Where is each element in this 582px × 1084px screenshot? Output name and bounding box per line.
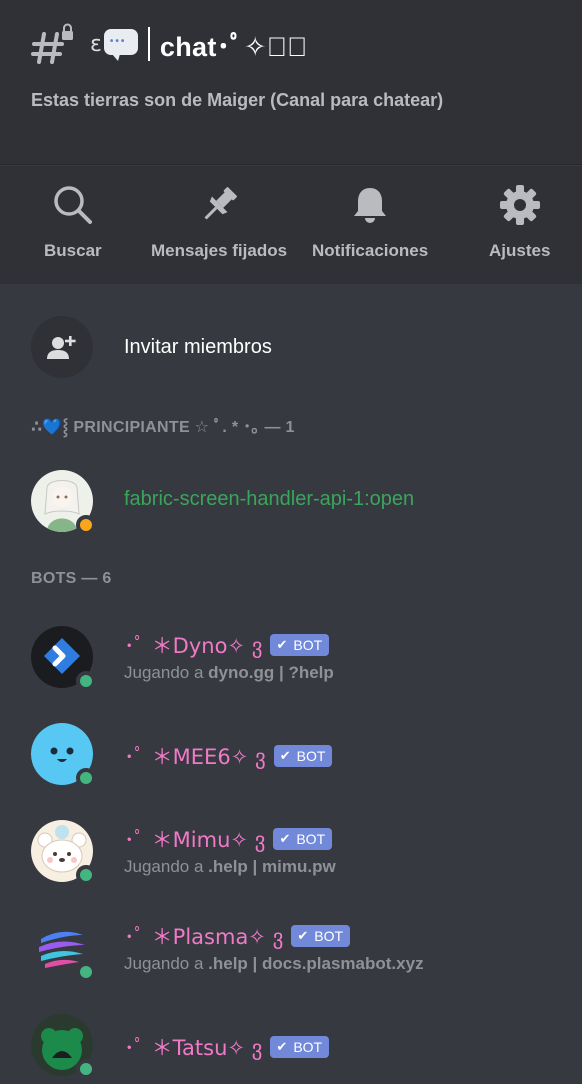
pinned-messages-button[interactable]: Mensajes fijados bbox=[151, 184, 287, 261]
channel-name: chat･ﾟ✧₊ﾟ bbox=[159, 31, 308, 62]
bot-row-plasma[interactable]: ･ﾟ ＊Plasma✧ ვ ✔ BOT Jugando a .help | doc… bbox=[31, 917, 561, 982]
bot-name-row: ･ﾟ ＊Mimu✧ ვ ✔ BOT bbox=[124, 824, 333, 854]
online-status-icon bbox=[76, 962, 96, 982]
role-section-bots: BOTS — 6 bbox=[31, 570, 112, 587]
bot-badge: ✔ BOT bbox=[270, 634, 330, 656]
channel-title-row: ɛ ••• chat･ﾟ✧₊ﾟ bbox=[30, 22, 308, 66]
channel-topic: Estas tierras son de Maiger (Canal para … bbox=[31, 90, 444, 110]
bot-activity: Jugando a .help | docs.plasmabot.xyz bbox=[124, 954, 424, 974]
bot-badge-label: BOT bbox=[296, 831, 326, 847]
search-button[interactable]: Buscar bbox=[44, 184, 102, 261]
member-name: fabric-screen-handler-api-1:open bbox=[124, 488, 415, 510]
bot-name-row: ･ﾟ ＊Tatsu✧ ვ ✔ BOT bbox=[124, 1032, 330, 1062]
member-row[interactable]: fabric-screen-handler-api-1:open bbox=[31, 470, 561, 535]
check-icon: ✔ bbox=[279, 748, 291, 763]
activity-prefix: Jugando a bbox=[124, 954, 209, 973]
channel-header: ɛ ••• chat･ﾟ✧₊ﾟ Estas tierras son de Mai… bbox=[0, 0, 582, 165]
bot-name-row: ･ﾟ ＊Plasma✧ ვ ✔ BOT bbox=[124, 921, 351, 951]
settings-label: Ajustes bbox=[489, 241, 551, 260]
bot-badge-label: BOT bbox=[296, 748, 326, 764]
bot-badge-label: BOT bbox=[314, 928, 344, 944]
activity-text: .help | mimu.pw bbox=[208, 857, 336, 876]
check-icon: ✔ bbox=[297, 928, 309, 943]
bot-name: ･ﾟ ＊Dyno✧ ვ bbox=[124, 634, 263, 658]
invite-members-button[interactable]: Invitar miembros bbox=[31, 316, 272, 378]
settings-button[interactable]: Ajustes bbox=[489, 184, 550, 261]
pinned-label: Mensajes fijados bbox=[151, 241, 288, 260]
check-icon: ✔ bbox=[276, 1039, 288, 1054]
activity-prefix: Jugando a bbox=[124, 857, 209, 876]
title-separator bbox=[147, 27, 150, 61]
search-icon bbox=[54, 186, 92, 224]
bot-badge-label: BOT bbox=[293, 637, 323, 653]
idle-status-icon bbox=[76, 515, 96, 535]
channel-name-emoji: ɛ bbox=[90, 31, 102, 57]
channel-toolbar: Buscar Mensajes fijados Notificaciones A… bbox=[0, 166, 582, 284]
notifications-button[interactable]: Notificaciones bbox=[312, 184, 428, 261]
activity-text: dyno.gg | ?help bbox=[208, 663, 334, 682]
bot-badge: ✔ BOT bbox=[270, 1036, 330, 1058]
invite-members-label: Invitar miembros bbox=[124, 335, 272, 358]
pin-icon bbox=[204, 187, 238, 220]
bot-row-tatsu[interactable]: ･ﾟ ＊Tatsu✧ ვ ✔ BOT bbox=[31, 1014, 561, 1079]
bot-name-row: ･ﾟ ＊Dyno✧ ვ ✔ BOT bbox=[124, 630, 330, 660]
online-status-icon bbox=[76, 671, 96, 691]
add-user-icon bbox=[31, 316, 93, 378]
bot-badge: ✔ BOT bbox=[273, 828, 333, 850]
role-section-principiante: ∴💙⸾ PRINCIPIANTE ☆ ﾟ. * ･｡ — 1 bbox=[31, 419, 295, 436]
bot-name: ･ﾟ ＊Plasma✧ ვ bbox=[124, 925, 284, 949]
bot-row-dyno[interactable]: ･ﾟ ＊Dyno✧ ვ ✔ BOT Jugando a dyno.gg | ?he… bbox=[31, 626, 561, 691]
online-status-icon bbox=[76, 1059, 96, 1079]
bell-icon bbox=[354, 188, 387, 223]
bot-name-row: ･ﾟ ＊MEE6✧ ვ ✔ BOT bbox=[124, 741, 333, 771]
speech-bubble-icon: ••• bbox=[103, 29, 138, 61]
locked-hash-icon bbox=[30, 22, 76, 66]
search-label: Buscar bbox=[44, 241, 102, 260]
bot-badge: ✔ BOT bbox=[291, 925, 351, 947]
bot-row-mee6[interactable]: ･ﾟ ＊MEE6✧ ვ ✔ BOT bbox=[31, 723, 561, 788]
bot-name: ･ﾟ ＊Tatsu✧ ვ bbox=[124, 1036, 263, 1060]
activity-prefix: Jugando a bbox=[124, 663, 209, 682]
bot-activity: Jugando a dyno.gg | ?help bbox=[124, 663, 334, 683]
bot-activity: Jugando a .help | mimu.pw bbox=[124, 857, 336, 877]
gear-icon bbox=[499, 185, 540, 225]
online-status-icon bbox=[76, 865, 96, 885]
online-status-icon bbox=[76, 768, 96, 788]
notifications-label: Notificaciones bbox=[312, 241, 429, 260]
bot-name: ･ﾟ ＊MEE6✧ ვ bbox=[124, 745, 266, 769]
check-icon: ✔ bbox=[276, 637, 288, 652]
check-icon: ✔ bbox=[279, 831, 291, 846]
bot-name: ･ﾟ ＊Mimu✧ ვ bbox=[124, 828, 266, 852]
bot-badge-label: BOT bbox=[293, 1039, 323, 1055]
bot-badge: ✔ BOT bbox=[273, 745, 333, 767]
activity-text: .help | docs.plasmabot.xyz bbox=[208, 954, 424, 973]
bot-row-mimu[interactable]: ･ﾟ ＊Mimu✧ ვ ✔ BOT Jugando a .help | mimu.… bbox=[31, 820, 561, 885]
